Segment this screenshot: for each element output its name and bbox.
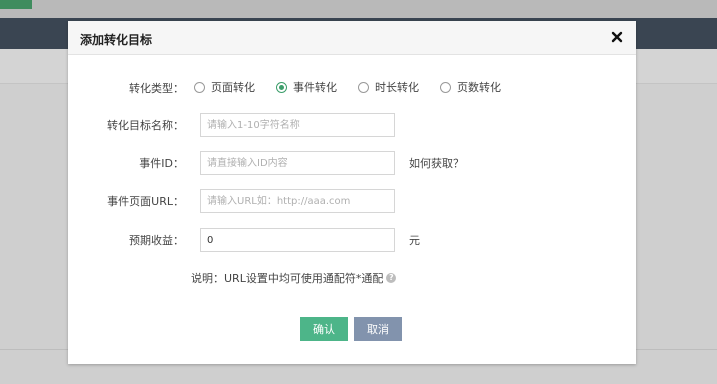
currency-unit: 元 <box>409 234 420 247</box>
radio-label: 页数转化 <box>457 81 501 94</box>
question-icon[interactable]: ? <box>386 273 397 283</box>
confirm-button[interactable]: 确认 <box>300 317 348 341</box>
conversion-type-row: 转化类型： 页面转化 事件转化 时长转化 页数转化 <box>68 76 636 100</box>
dialog-title: 添加转化目标 <box>80 33 153 47</box>
radio-circle[interactable] <box>194 81 205 93</box>
radio-label: 页面转化 <box>211 81 255 94</box>
event-url-label: 事件页面URL： <box>107 195 184 208</box>
radio-label: 事件转化 <box>293 81 337 94</box>
goal-name-row: 转化目标名称： <box>68 113 636 137</box>
dialog-header: 添加转化目标 <box>68 21 636 55</box>
add-conversion-goal-dialog: 添加转化目标 转化类型： 页面转化 事件转化 时长转化 页数转化 转化目标名称：… <box>68 21 636 364</box>
expected-revenue-row: 预期收益： 元 <box>68 228 636 252</box>
close-icon[interactable] <box>610 30 624 44</box>
goal-name-label: 转化目标名称： <box>107 119 184 132</box>
event-id-input[interactable] <box>200 151 395 175</box>
radio-event-conversion[interactable]: 事件转化 <box>276 79 337 95</box>
note-text: 说明：URL设置中均可使用通配符*通配 <box>191 272 384 285</box>
radio-label: 时长转化 <box>375 81 419 94</box>
cancel-button[interactable]: 取消 <box>354 317 402 341</box>
expected-revenue-input[interactable] <box>200 228 395 252</box>
background-top-strip <box>0 0 717 18</box>
event-url-input[interactable] <box>200 189 395 213</box>
radio-pages-conversion[interactable]: 页数转化 <box>440 79 501 95</box>
conversion-type-label: 转化类型： <box>129 82 184 95</box>
radio-circle-checked[interactable] <box>276 81 287 93</box>
radio-duration-conversion[interactable]: 时长转化 <box>358 79 419 95</box>
conversion-type-radio-group: 页面转化 事件转化 时长转化 页数转化 <box>194 79 522 95</box>
wildcard-note: 说明：URL设置中均可使用通配符*通配 ? <box>191 270 397 286</box>
background-corner-button <box>0 0 32 9</box>
goal-name-input[interactable] <box>200 113 395 137</box>
radio-page-conversion[interactable]: 页面转化 <box>194 79 255 95</box>
event-url-row: 事件页面URL： <box>68 189 636 213</box>
radio-circle[interactable] <box>358 81 369 93</box>
event-id-row: 事件ID： 如何获取？ <box>68 151 636 175</box>
radio-circle[interactable] <box>440 81 451 93</box>
how-to-get-link[interactable]: 如何获取？ <box>409 155 464 171</box>
event-id-label: 事件ID： <box>139 157 184 170</box>
expected-revenue-label: 预期收益： <box>129 234 184 247</box>
